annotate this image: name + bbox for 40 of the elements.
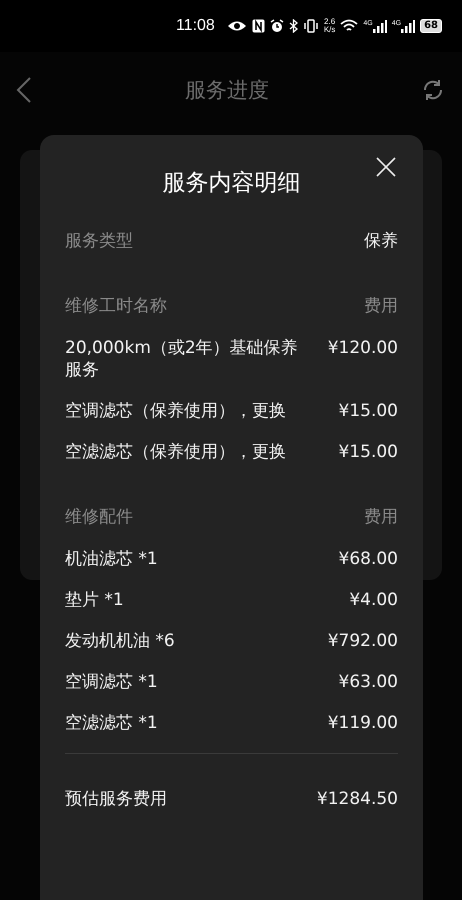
item-name: 空滤滤芯（保养使用），更换 [65,441,286,463]
item-name: 空调滤芯（保养使用），更换 [65,400,286,422]
page-title: 服务进度 [185,77,269,104]
item-name: 空调滤芯 *1 [65,671,158,693]
item-price: ¥120.00 [328,337,398,359]
item-price: ¥15.00 [338,441,398,463]
wifi-icon [340,19,358,33]
back-icon[interactable] [16,77,32,103]
item-price: ¥63.00 [338,671,398,693]
section-heading: 维修配件 [65,506,133,528]
section-heading: 维修工时名称 [65,295,167,317]
field-value: 保养 [364,230,398,252]
bluetooth-icon [288,19,298,33]
total-label: 预估服务费用 [65,788,167,810]
alarm-icon [270,19,284,33]
total-price: ¥1284.50 [316,788,398,810]
field-label: 服务类型 [65,230,133,252]
battery-level: 68 [420,19,442,33]
item-name: 机油滤芯 *1 [65,548,158,570]
status-time: 11:08 [176,17,215,35]
vibrate-icon [302,19,319,33]
item-price: ¥119.00 [328,712,398,734]
item-price: ¥792.00 [328,630,398,652]
column-heading: 费用 [364,295,398,317]
column-heading: 费用 [364,506,398,528]
item-price: ¥68.00 [338,548,398,570]
item-price: ¥4.00 [349,589,398,611]
item-name: 垫片 *1 [65,589,124,611]
network-speed: 2.6 K/s [324,18,336,34]
signal-icon [372,20,387,32]
dialog-title: 服务内容明细 [162,169,300,198]
item-name: 发动机机油 *6 [65,630,175,652]
eye-icon [226,20,247,32]
close-icon[interactable] [376,157,396,177]
signal-icon [401,20,416,32]
nfc-icon [252,19,265,33]
item-name: 20,000km（或2年）基础保养服务 [65,337,299,381]
item-name: 空滤滤芯 *1 [65,712,158,734]
item-price: ¥15.00 [338,400,398,422]
refresh-icon[interactable] [422,79,444,101]
